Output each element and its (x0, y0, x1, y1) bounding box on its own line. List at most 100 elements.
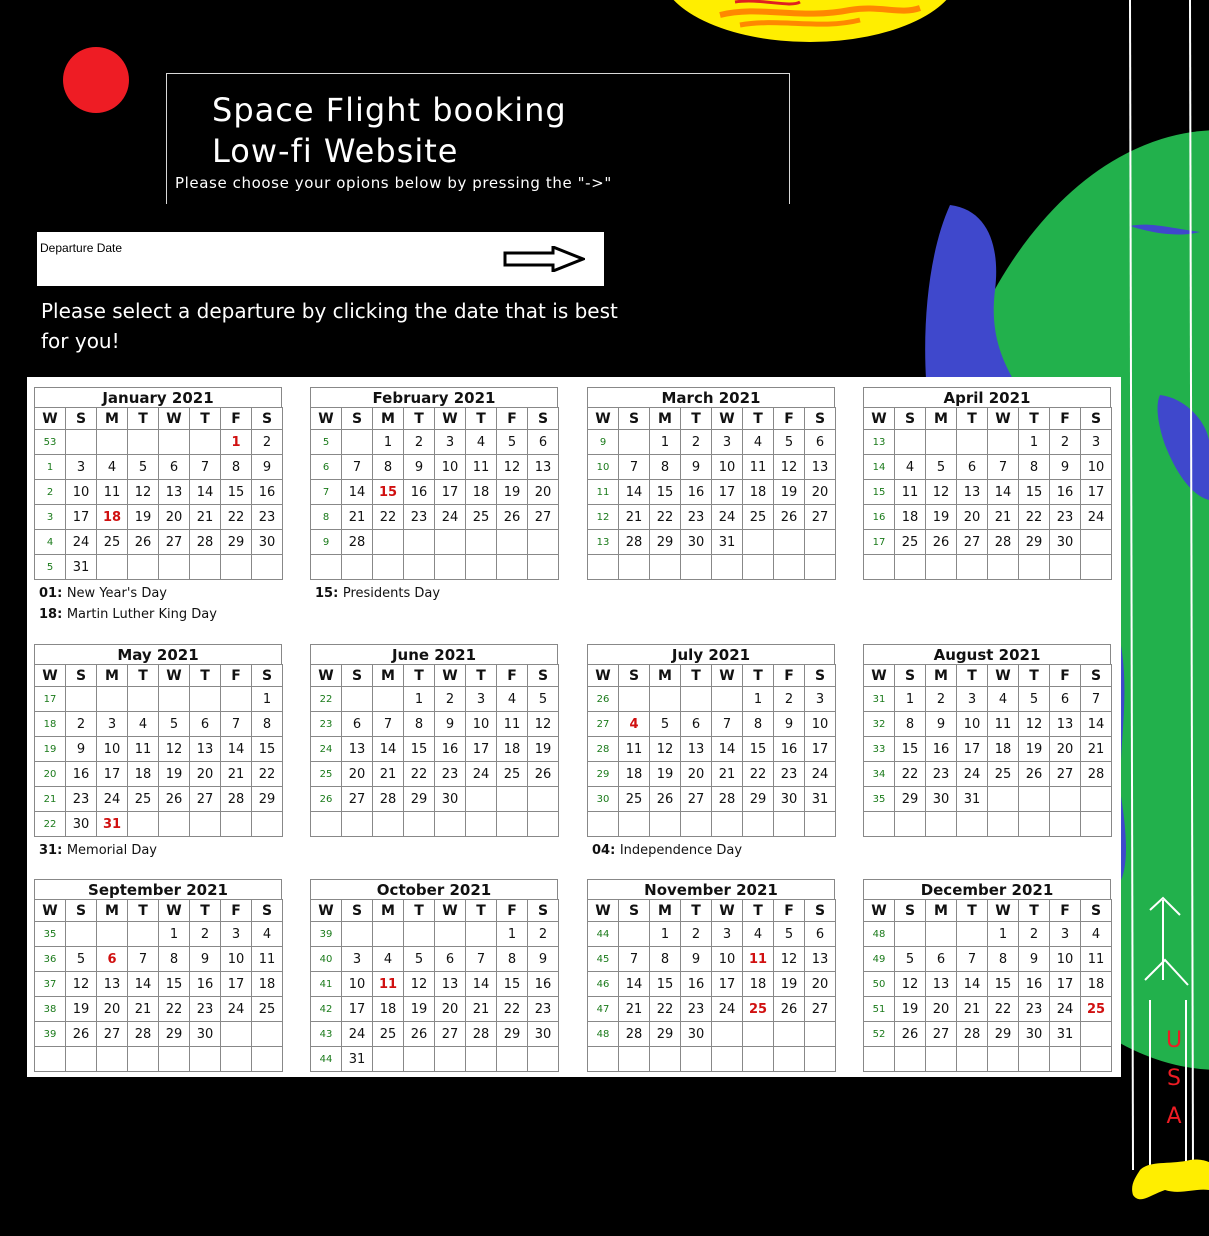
date-cell[interactable]: 24 (1049, 996, 1081, 1022)
holiday-date-cell[interactable]: 25 (742, 996, 774, 1022)
date-cell[interactable]: 14 (618, 479, 650, 505)
date-cell[interactable]: 2 (189, 921, 221, 947)
date-cell[interactable]: 16 (403, 479, 435, 505)
date-cell[interactable]: 22 (496, 996, 528, 1022)
date-cell[interactable]: 26 (158, 786, 190, 812)
date-cell[interactable]: 8 (987, 946, 1019, 972)
date-cell[interactable]: 31 (341, 1046, 373, 1072)
date-cell[interactable]: 15 (158, 971, 190, 997)
date-cell[interactable]: 24 (465, 761, 497, 787)
date-cell[interactable]: 16 (527, 971, 559, 997)
date-cell[interactable]: 27 (804, 504, 836, 530)
date-cell[interactable]: 17 (804, 736, 836, 762)
date-cell[interactable]: 13 (434, 971, 466, 997)
date-cell[interactable]: 28 (711, 786, 743, 812)
date-cell[interactable]: 25 (496, 761, 528, 787)
date-cell[interactable]: 28 (341, 529, 373, 555)
date-cell[interactable]: 10 (465, 711, 497, 737)
date-cell[interactable]: 18 (742, 971, 774, 997)
date-cell[interactable]: 4 (742, 429, 774, 455)
date-cell[interactable]: 21 (189, 504, 221, 530)
date-cell[interactable]: 20 (925, 996, 957, 1022)
date-cell[interactable]: 2 (680, 921, 712, 947)
date-cell[interactable]: 28 (465, 1021, 497, 1047)
date-cell[interactable]: 29 (987, 1021, 1019, 1047)
date-cell[interactable]: 10 (711, 454, 743, 480)
date-cell[interactable]: 19 (894, 996, 926, 1022)
date-cell[interactable]: 7 (341, 454, 373, 480)
date-cell[interactable]: 8 (649, 454, 681, 480)
date-cell[interactable]: 13 (956, 479, 988, 505)
date-cell[interactable]: 31 (804, 786, 836, 812)
date-cell[interactable]: 16 (434, 736, 466, 762)
date-cell[interactable]: 7 (1080, 686, 1112, 712)
date-cell[interactable]: 7 (220, 711, 252, 737)
date-cell[interactable]: 23 (773, 761, 805, 787)
date-cell[interactable]: 2 (1049, 429, 1081, 455)
date-cell[interactable]: 3 (711, 429, 743, 455)
date-cell[interactable]: 22 (649, 996, 681, 1022)
date-cell[interactable]: 13 (158, 479, 190, 505)
date-cell[interactable]: 27 (956, 529, 988, 555)
date-cell[interactable]: 21 (372, 761, 404, 787)
date-cell[interactable]: 28 (956, 1021, 988, 1047)
date-cell[interactable]: 20 (527, 479, 559, 505)
date-cell[interactable]: 18 (742, 479, 774, 505)
date-cell[interactable]: 8 (1018, 454, 1050, 480)
date-cell[interactable]: 27 (96, 1021, 128, 1047)
date-cell[interactable]: 21 (341, 504, 373, 530)
date-cell[interactable]: 16 (1049, 479, 1081, 505)
date-cell[interactable]: 23 (1049, 504, 1081, 530)
date-cell[interactable]: 13 (189, 736, 221, 762)
date-cell[interactable]: 31 (711, 529, 743, 555)
date-cell[interactable]: 9 (189, 946, 221, 972)
date-cell[interactable]: 22 (894, 761, 926, 787)
date-cell[interactable]: 26 (894, 1021, 926, 1047)
date-cell[interactable]: 26 (773, 504, 805, 530)
date-cell[interactable]: 18 (618, 761, 650, 787)
date-cell[interactable]: 22 (742, 761, 774, 787)
date-cell[interactable]: 24 (711, 504, 743, 530)
date-cell[interactable]: 29 (496, 1021, 528, 1047)
date-cell[interactable]: 6 (680, 711, 712, 737)
date-cell[interactable]: 9 (527, 946, 559, 972)
date-cell[interactable]: 1 (403, 686, 435, 712)
date-cell[interactable]: 24 (1080, 504, 1112, 530)
date-cell[interactable]: 14 (987, 479, 1019, 505)
date-cell[interactable]: 3 (956, 686, 988, 712)
date-cell[interactable]: 4 (742, 921, 774, 947)
date-cell[interactable]: 20 (804, 971, 836, 997)
date-cell[interactable]: 2 (773, 686, 805, 712)
date-cell[interactable]: 6 (804, 921, 836, 947)
date-cell[interactable]: 30 (527, 1021, 559, 1047)
date-cell[interactable]: 18 (127, 761, 159, 787)
date-cell[interactable]: 5 (403, 946, 435, 972)
holiday-date-cell[interactable]: 11 (742, 946, 774, 972)
date-cell[interactable]: 23 (434, 761, 466, 787)
date-cell[interactable]: 19 (158, 761, 190, 787)
date-cell[interactable]: 21 (127, 996, 159, 1022)
date-cell[interactable]: 15 (1018, 479, 1050, 505)
date-cell[interactable]: 11 (127, 736, 159, 762)
date-cell[interactable]: 19 (527, 736, 559, 762)
date-cell[interactable]: 14 (341, 479, 373, 505)
date-cell[interactable]: 21 (618, 504, 650, 530)
date-cell[interactable]: 20 (956, 504, 988, 530)
date-cell[interactable]: 15 (496, 971, 528, 997)
date-cell[interactable]: 27 (434, 1021, 466, 1047)
arrow-right-icon[interactable] (503, 246, 585, 272)
date-cell[interactable]: 29 (1018, 529, 1050, 555)
date-cell[interactable]: 23 (925, 761, 957, 787)
date-cell[interactable]: 26 (65, 1021, 97, 1047)
date-cell[interactable]: 2 (1018, 921, 1050, 947)
date-cell[interactable]: 31 (1049, 1021, 1081, 1047)
date-cell[interactable]: 18 (987, 736, 1019, 762)
date-cell[interactable]: 17 (96, 761, 128, 787)
date-cell[interactable]: 3 (711, 921, 743, 947)
date-cell[interactable]: 4 (496, 686, 528, 712)
date-cell[interactable]: 8 (496, 946, 528, 972)
date-cell[interactable]: 17 (65, 504, 97, 530)
date-cell[interactable]: 28 (189, 529, 221, 555)
date-cell[interactable]: 14 (618, 971, 650, 997)
date-cell[interactable]: 17 (1080, 479, 1112, 505)
